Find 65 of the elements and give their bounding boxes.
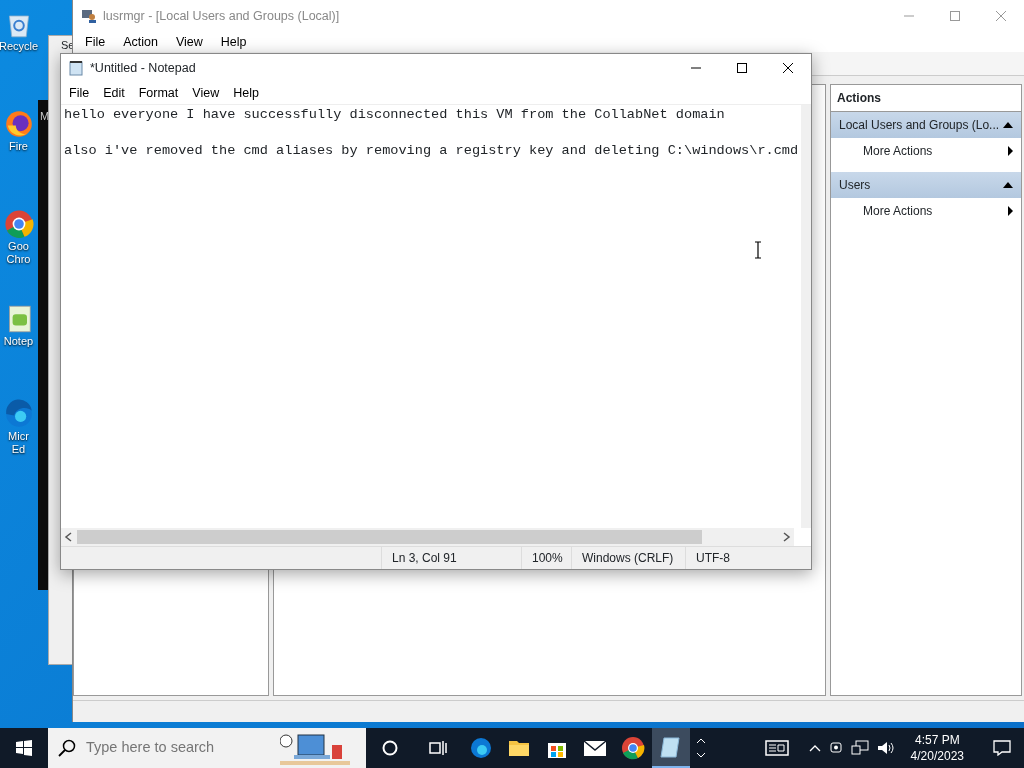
- menu-item[interactable]: Edit: [96, 82, 132, 104]
- action-group-header[interactable]: Local Users and Groups (Lo...: [831, 112, 1021, 138]
- collapse-icon: [1003, 122, 1013, 128]
- menu-item[interactable]: File: [62, 82, 97, 104]
- clock-date: 4/20/2023: [910, 748, 964, 764]
- menu-item[interactable]: Format: [131, 82, 186, 104]
- action-group-header[interactable]: Users: [831, 172, 1021, 198]
- text-line: hello everyone I have successfully disconnected this VM from the CollabNet domain: [64, 106, 726, 124]
- scroll-down-icon[interactable]: [696, 752, 706, 758]
- icon-label: Notep: [3, 335, 34, 348]
- notepad-icon: [69, 60, 83, 76]
- submenu-arrow-icon: [1008, 206, 1013, 216]
- volume-icon[interactable]: [876, 740, 895, 756]
- status-text: 100%: [521, 547, 571, 569]
- action-item[interactable]: More Actions: [831, 198, 1021, 224]
- webcam-icon[interactable]: [828, 740, 843, 756]
- status-text: Windows (CRLF): [571, 547, 685, 569]
- window-title: *Untitled - Notepad: [90, 59, 197, 77]
- windows-icon: [16, 740, 32, 756]
- chevron-up-icon[interactable]: [808, 744, 821, 752]
- circle-icon: [382, 740, 398, 756]
- close-icon: [782, 62, 794, 74]
- icon-label: Micr: [8, 430, 29, 443]
- text-line: also i've removed the cmd aliases by removing a registry key and deleting C:\windows\r.cmd: [64, 142, 799, 160]
- submenu-arrow-icon: [1008, 146, 1013, 156]
- edge-icon: [469, 736, 493, 760]
- scrollbar-thumb[interactable]: [77, 530, 702, 544]
- chrome-icon: [621, 736, 645, 760]
- speech-bubble-icon: [993, 740, 1011, 756]
- icon-label: Fire: [9, 140, 28, 153]
- maximize-icon: [949, 10, 961, 22]
- collapse-icon: [1003, 182, 1013, 188]
- computer-users-icon: [81, 8, 97, 24]
- clock[interactable]: 4:57 PM 4/20/2023: [902, 732, 972, 764]
- window-title: lusrmgr - [Local Users and Groups (Local)]: [103, 7, 341, 25]
- status-text: UTF-8: [685, 547, 765, 569]
- menu-item[interactable]: View: [166, 32, 212, 52]
- maximize-icon: [736, 62, 748, 74]
- search-bar[interactable]: Type here to search: [48, 728, 366, 768]
- menu-item[interactable]: File: [76, 32, 115, 52]
- close-icon: [995, 10, 1007, 22]
- scroll-up-icon[interactable]: [696, 738, 706, 744]
- taskbar-app-button[interactable]: [652, 728, 690, 768]
- search-field[interactable]: Type here to search: [84, 736, 284, 760]
- console-text: M: [40, 109, 50, 124]
- icon-label: Recycle: [0, 40, 39, 53]
- icon-label: Goo: [8, 240, 29, 253]
- text-area[interactable]: hello everyone I have successfully disconnected this VM from the CollabNet domain also i've removed the cmd aliases by removing a registry key and deleting C:\windows\r.cmd: [61, 105, 802, 528]
- menu-item[interactable]: View: [185, 82, 227, 104]
- text-cursor-icon: [754, 241, 762, 259]
- chrome-icon[interactable]: [2, 208, 35, 240]
- menu-item[interactable]: Action: [114, 32, 167, 52]
- news-icon[interactable]: [764, 739, 789, 757]
- menu-item[interactable]: Help: [226, 82, 266, 104]
- menu-item[interactable]: Help: [211, 32, 256, 52]
- status-text: Ln 3, Col 91: [381, 547, 521, 569]
- search-icon: [58, 739, 76, 757]
- icon-label: Ed: [11, 442, 26, 456]
- task-view-icon: [429, 740, 447, 756]
- action-item[interactable]: More Actions: [831, 138, 1021, 164]
- clock-time: 4:57 PM: [914, 732, 960, 748]
- desk-illustration-icon: [280, 731, 350, 765]
- notepad-icon: [659, 735, 683, 759]
- icon-label: Chro: [6, 252, 31, 266]
- network-icon[interactable]: [850, 740, 869, 756]
